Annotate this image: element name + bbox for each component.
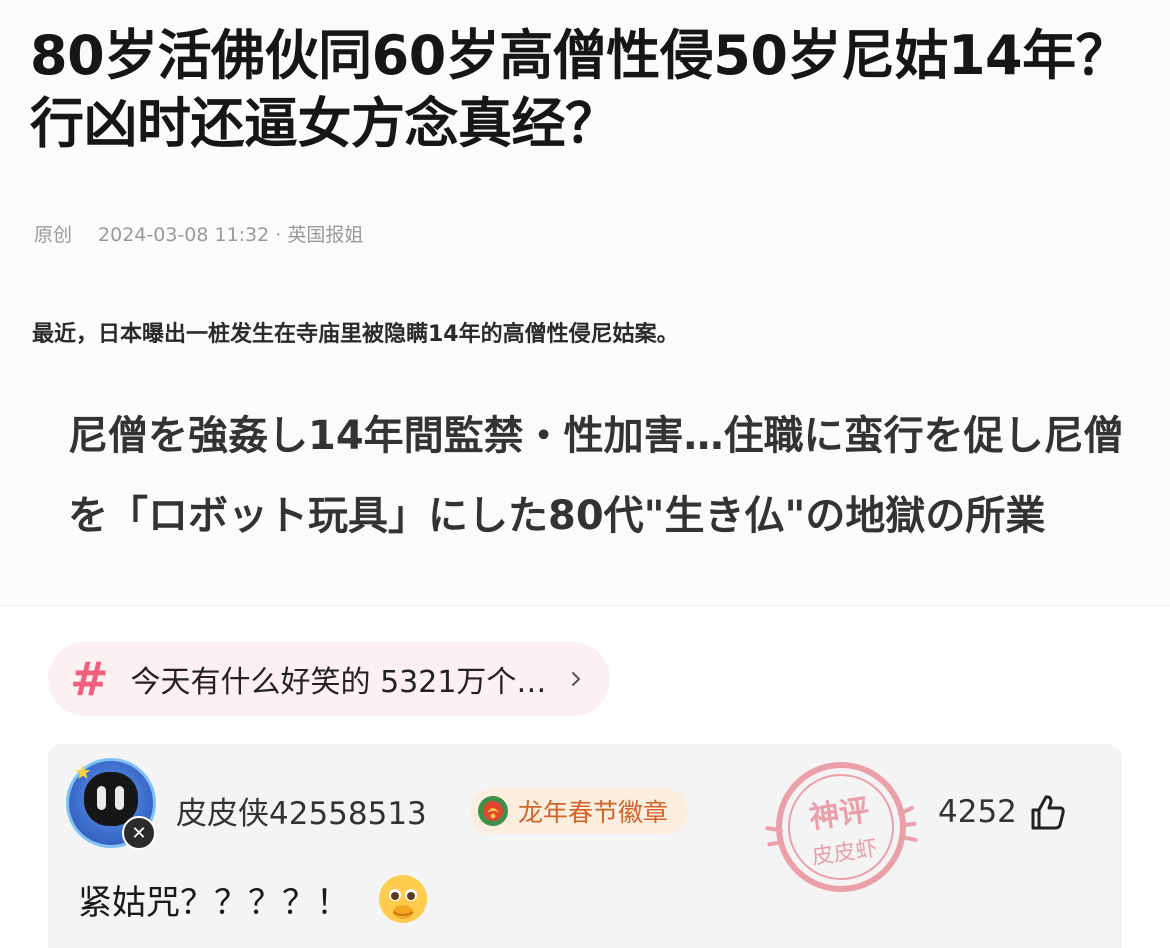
article-screenshot: 80岁活佛伙同60岁高僧性侵50岁尼姑14年？行凶时还逼女方念真经？ 原创 202… <box>0 0 1170 606</box>
hot-comment-stamp: 神评 皮皮虾 <box>765 762 918 892</box>
hash-icon: # <box>70 652 109 706</box>
thumbs-up-icon[interactable] <box>1027 792 1067 832</box>
comment-username[interactable]: 皮皮侠42558513 <box>176 788 427 833</box>
badge-label: 龙年春节徽章 <box>518 798 669 827</box>
japanese-title: 尼僧を強姦し14年間監禁・性加害…住職に蛮行を促し尼僧を「ロボット玩具」にした8… <box>68 413 1124 539</box>
chevron-right-icon <box>572 672 581 686</box>
comment-body: 紧姑咒？？？？！ <box>78 872 430 926</box>
article-meta: 原创 2024-03-08 11:32 · 英国报姐 <box>34 220 363 247</box>
original-tag: 原创 <box>34 224 73 246</box>
avatar[interactable]: ★ ✕ <box>66 758 162 854</box>
article-summary: 最近，日本曝出一桩发生在寺庙里被隐瞒14年的高僧性侵尼姑案。 <box>32 322 679 347</box>
dragon-badge-icon <box>478 796 508 826</box>
stamp-top-text: 神评 <box>807 793 871 836</box>
star-icon: ★ <box>74 760 92 784</box>
pleading-face-emoji <box>379 875 427 923</box>
article-date-source: 2024-03-08 11:32 · 英国报姐 <box>98 224 364 246</box>
like-area[interactable]: 4252 <box>938 792 1067 832</box>
article-headline: 80岁活佛伙同60岁高僧性侵50岁尼姑14年？行凶时还逼女方念真经？ <box>30 24 1130 155</box>
mini-avatar-icon: ✕ <box>122 816 156 850</box>
festival-badge[interactable]: 龙年春节徽章 <box>470 788 689 834</box>
like-count: 4252 <box>938 794 1017 830</box>
stamp-bottom-text: 皮皮虾 <box>810 836 879 870</box>
comment-card: ★ ✕ 皮皮侠42558513 龙年春节徽章 神评 皮皮虾 4252 紧姑咒？？… <box>48 744 1122 948</box>
comment-text: 紧姑咒？？？？！ <box>78 882 350 923</box>
topic-pill[interactable]: # 今天有什么好笑的 5321万个… <box>48 642 611 716</box>
topic-text: 今天有什么好笑的 5321万个… <box>130 665 547 700</box>
